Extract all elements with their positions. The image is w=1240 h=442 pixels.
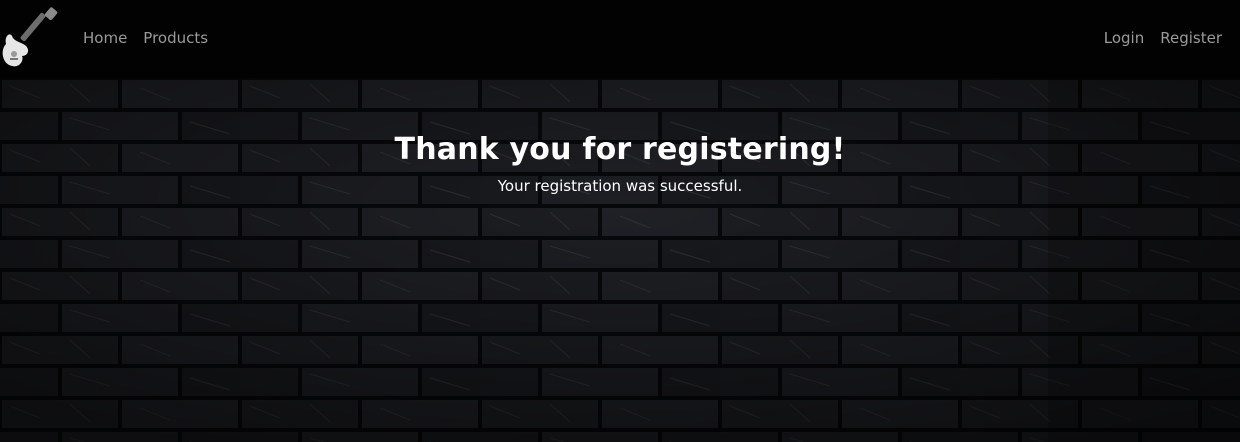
- page-title: Thank you for registering!: [394, 132, 846, 167]
- primary-nav: Home Products: [83, 28, 208, 48]
- guitar-logo-icon[interactable]: [0, 6, 62, 68]
- top-navbar: Home Products Login Register: [0, 0, 1240, 78]
- success-message: Your registration was successful.: [497, 177, 743, 195]
- nav-register-link[interactable]: Register: [1160, 28, 1222, 48]
- account-nav: Login Register: [1104, 28, 1222, 48]
- registration-confirmation: Thank you for registering! Your registra…: [0, 130, 1240, 196]
- nav-login-link[interactable]: Login: [1104, 28, 1144, 48]
- nav-home-link[interactable]: Home: [83, 28, 127, 48]
- hero-section: Thank you for registering! Your registra…: [0, 78, 1240, 442]
- nav-products-link[interactable]: Products: [143, 28, 208, 48]
